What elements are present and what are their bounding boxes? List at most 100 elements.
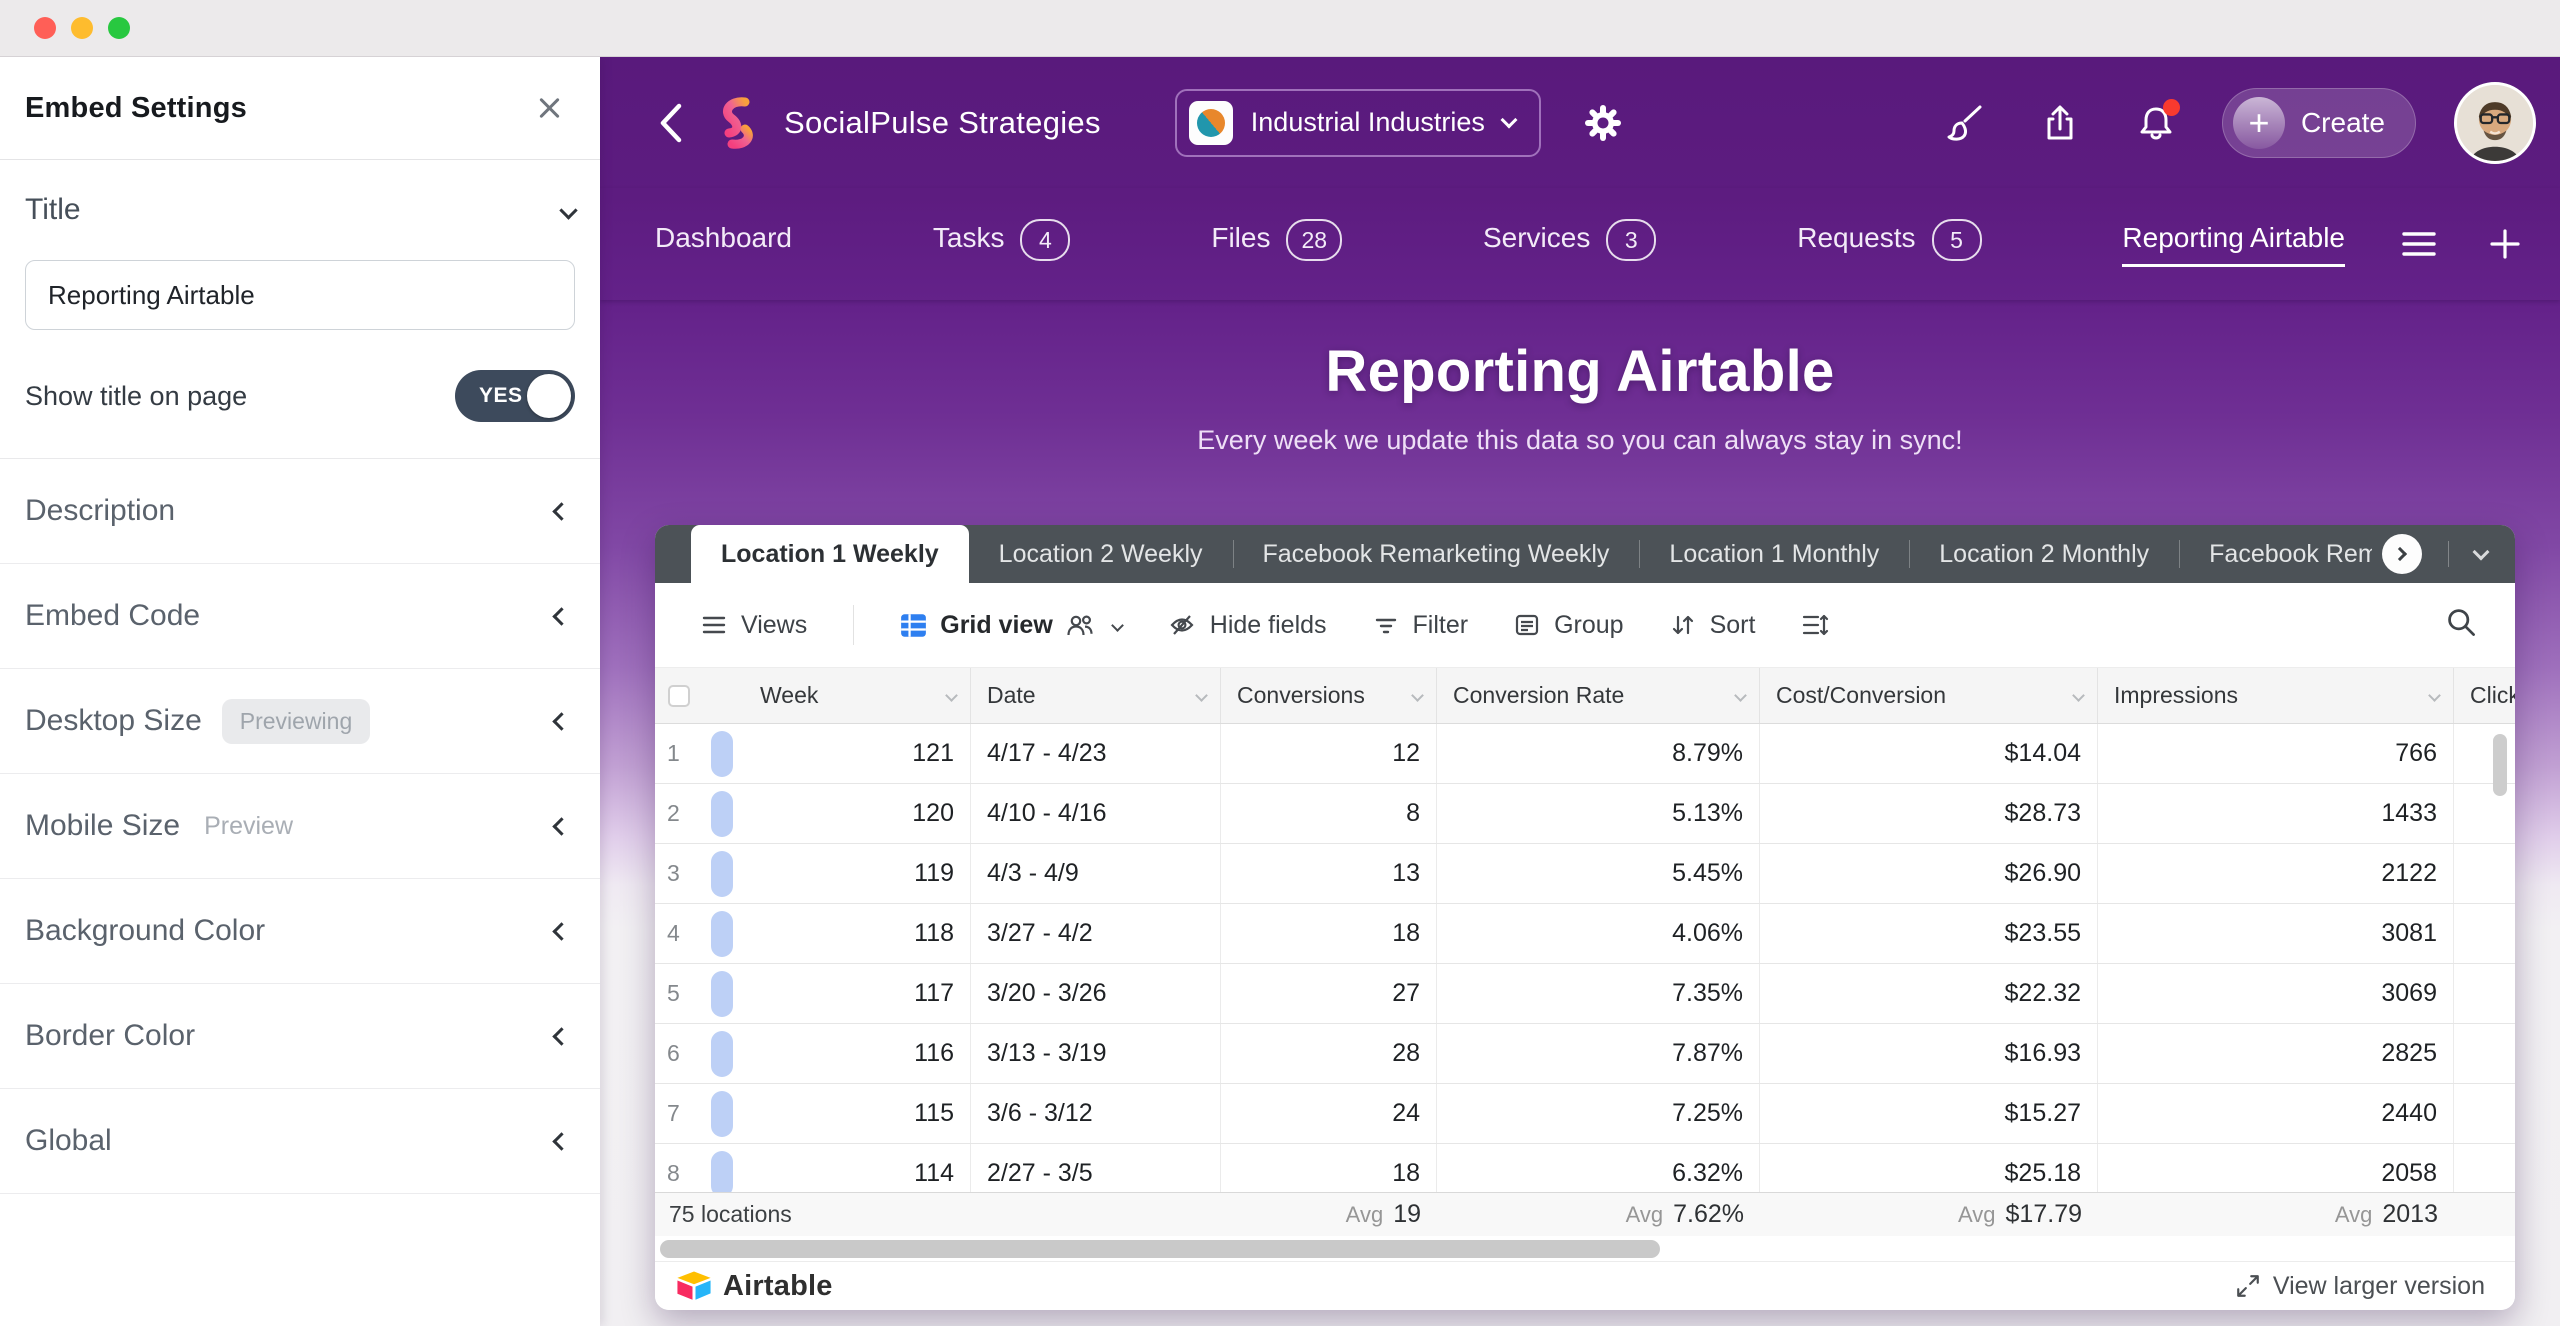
column-header-clicks[interactable]: Clicks — [2454, 668, 2515, 723]
section-global[interactable]: Global — [0, 1089, 600, 1194]
notifications-bell[interactable] — [2136, 103, 2176, 143]
airtable-tab-location-1-monthly[interactable]: Location 1 Monthly — [1639, 525, 1909, 583]
section-title-header[interactable]: Title — [25, 160, 575, 260]
cell-cost-per-conversion[interactable]: $28.73 — [1760, 784, 2098, 843]
close-window-button[interactable] — [34, 17, 56, 39]
cell-date[interactable]: 3/6 - 3/12 — [971, 1084, 1221, 1143]
airtable-tab-location-2-monthly[interactable]: Location 2 Monthly — [1909, 525, 2179, 583]
share-icon[interactable] — [2040, 103, 2080, 143]
cell-week[interactable]: 2120 — [655, 784, 971, 843]
cell-cost-per-conversion[interactable]: $16.93 — [1760, 1024, 2098, 1083]
cell-impressions[interactable]: 766 — [2098, 724, 2454, 783]
expand-record-button[interactable] — [711, 1091, 733, 1137]
cell-cost-per-conversion[interactable]: $14.04 — [1760, 724, 2098, 783]
vertical-scrollbar-thumb[interactable] — [2493, 734, 2507, 796]
cell-date[interactable]: 3/13 - 3/19 — [971, 1024, 1221, 1083]
cell-impressions[interactable]: 2058 — [2098, 1144, 2454, 1192]
view-larger-link[interactable]: View larger version — [2235, 1272, 2485, 1301]
cell-cost-per-conversion[interactable]: $26.90 — [1760, 844, 2098, 903]
cell-clicks[interactable] — [2454, 964, 2515, 1023]
cell-impressions[interactable]: 3069 — [2098, 964, 2454, 1023]
column-header-week[interactable]: Week — [655, 668, 971, 723]
airtable-tab-facebook-remar[interactable]: Facebook Remar — [2179, 525, 2372, 583]
cell-cost-per-conversion[interactable]: $25.18 — [1760, 1144, 2098, 1192]
column-header-conversions[interactable]: Conversions — [1221, 668, 1437, 723]
hide-fields-button[interactable]: Hide fields — [1168, 611, 1327, 640]
scrollbar-thumb[interactable] — [660, 1240, 1660, 1258]
workspace-selector[interactable]: Industrial Industries — [1175, 89, 1541, 157]
cell-date[interactable]: 3/27 - 4/2 — [971, 904, 1221, 963]
airtable-tab-facebook-remarketing-weekly[interactable]: Facebook Remarketing Weekly — [1233, 525, 1640, 583]
expand-record-button[interactable] — [711, 731, 733, 777]
sort-button[interactable]: Sort — [1670, 611, 1756, 640]
cell-conversion-rate[interactable]: 7.25% — [1437, 1084, 1760, 1143]
column-header-conversion-rate[interactable]: Conversion Rate — [1437, 668, 1760, 723]
cell-cost-per-conversion[interactable]: $15.27 — [1760, 1084, 2098, 1143]
select-all-checkbox[interactable] — [668, 685, 690, 707]
cell-impressions[interactable]: 3081 — [2098, 904, 2454, 963]
cell-conversions[interactable]: 18 — [1221, 904, 1437, 963]
cell-conversions[interactable]: 24 — [1221, 1084, 1437, 1143]
cell-conversion-rate[interactable]: 7.87% — [1437, 1024, 1760, 1083]
cell-impressions[interactable]: 1433 — [2098, 784, 2454, 843]
minimize-window-button[interactable] — [71, 17, 93, 39]
column-header-date[interactable]: Date — [971, 668, 1221, 723]
grid-view-button[interactable]: Grid view — [900, 611, 1122, 640]
cell-week[interactable]: 8114 — [655, 1144, 971, 1192]
show-title-toggle[interactable]: YES — [455, 370, 575, 422]
cell-conversion-rate[interactable]: 5.45% — [1437, 844, 1760, 903]
cell-conversion-rate[interactable]: 6.32% — [1437, 1144, 1760, 1192]
nav-tab-files[interactable]: Files28 — [1211, 219, 1342, 269]
user-avatar[interactable] — [2454, 82, 2536, 164]
airtable-brand-link[interactable]: Airtable — [675, 1270, 833, 1303]
fullscreen-window-button[interactable] — [108, 17, 130, 39]
airtable-tab-location-2-weekly[interactable]: Location 2 Weekly — [969, 525, 1233, 583]
section-description[interactable]: Description — [0, 459, 600, 564]
cell-conversions[interactable]: 8 — [1221, 784, 1437, 843]
nav-tab-services[interactable]: Services3 — [1483, 219, 1656, 269]
expand-record-button[interactable] — [711, 1151, 733, 1193]
cell-clicks[interactable] — [2454, 904, 2515, 963]
cell-date[interactable]: 4/10 - 4/16 — [971, 784, 1221, 843]
cell-week[interactable]: 6116 — [655, 1024, 971, 1083]
cell-conversion-rate[interactable]: 7.35% — [1437, 964, 1760, 1023]
cell-impressions[interactable]: 2440 — [2098, 1084, 2454, 1143]
close-icon[interactable] — [534, 93, 564, 123]
expand-record-button[interactable] — [711, 971, 733, 1017]
cell-impressions[interactable]: 2122 — [2098, 844, 2454, 903]
column-header-cost-conversion[interactable]: Cost/Conversion — [1760, 668, 2098, 723]
cell-cost-per-conversion[interactable]: $23.55 — [1760, 904, 2098, 963]
expand-record-button[interactable] — [711, 851, 733, 897]
cell-clicks[interactable] — [2454, 1084, 2515, 1143]
cell-conversions[interactable]: 12 — [1221, 724, 1437, 783]
section-border-color[interactable]: Border Color — [0, 984, 600, 1089]
column-header-impressions[interactable]: Impressions — [2098, 668, 2454, 723]
airtable-tab-location-1-weekly[interactable]: Location 1 Weekly — [691, 525, 969, 583]
cell-week[interactable]: 3119 — [655, 844, 971, 903]
cell-week[interactable]: 5117 — [655, 964, 971, 1023]
horizontal-scrollbar[interactable] — [655, 1236, 2515, 1262]
cell-clicks[interactable] — [2454, 844, 2515, 903]
cell-date[interactable]: 4/17 - 4/23 — [971, 724, 1221, 783]
scroll-tabs-button[interactable] — [2382, 534, 2422, 574]
cell-cost-per-conversion[interactable]: $22.32 — [1760, 964, 2098, 1023]
views-button[interactable]: Views — [701, 611, 807, 640]
section-mobile-size[interactable]: Mobile SizePreview — [0, 774, 600, 879]
cell-clicks[interactable] — [2454, 1144, 2515, 1192]
group-button[interactable]: Group — [1514, 611, 1623, 640]
add-tab-icon[interactable] — [2490, 229, 2520, 259]
nav-tab-tasks[interactable]: Tasks4 — [933, 219, 1071, 269]
cell-conversion-rate[interactable]: 8.79% — [1437, 724, 1760, 783]
section-desktop-size[interactable]: Desktop SizePreviewing — [0, 669, 600, 774]
cell-date[interactable]: 4/3 - 4/9 — [971, 844, 1221, 903]
cell-conversions[interactable]: 27 — [1221, 964, 1437, 1023]
nav-tab-dashboard[interactable]: Dashboard — [655, 222, 792, 267]
section-embed-code[interactable]: Embed Code — [0, 564, 600, 669]
cell-date[interactable]: 3/20 - 3/26 — [971, 964, 1221, 1023]
back-icon[interactable] — [658, 102, 684, 144]
expand-record-button[interactable] — [711, 911, 733, 957]
cell-conversions[interactable]: 18 — [1221, 1144, 1437, 1192]
expand-record-button[interactable] — [711, 1031, 733, 1077]
cell-conversion-rate[interactable]: 5.13% — [1437, 784, 1760, 843]
nav-tab-requests[interactable]: Requests5 — [1797, 219, 1981, 269]
